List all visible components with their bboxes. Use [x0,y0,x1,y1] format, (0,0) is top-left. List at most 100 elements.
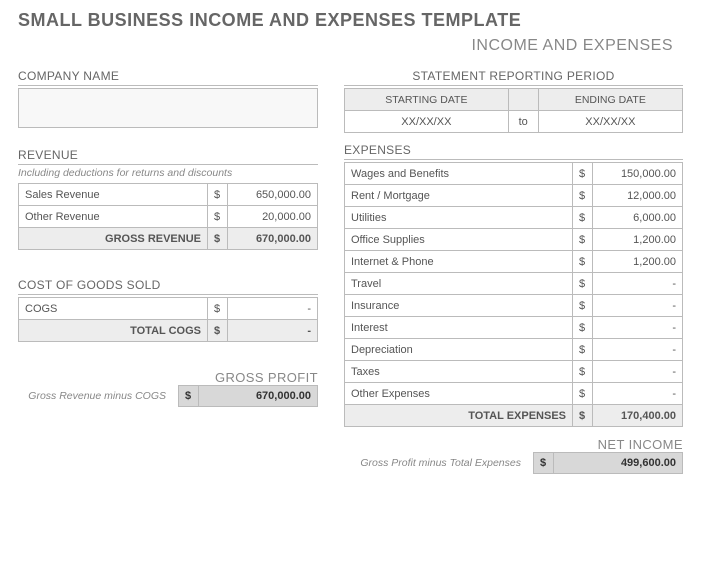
expenses-row-currency: $ [573,295,593,317]
expenses-row-currency: $ [573,339,593,361]
revenue-row-label[interactable]: Other Revenue [19,206,208,228]
revenue-row-value[interactable]: 20,000.00 [228,206,318,228]
table-row: Interest$- [345,317,683,339]
period-mid-header [508,89,538,111]
page-title: SMALL BUSINESS INCOME AND EXPENSES TEMPL… [18,10,683,31]
expenses-row-label[interactable]: Office Supplies [345,229,573,251]
revenue-header: REVENUE [18,148,318,165]
cogs-row-value[interactable]: - [228,298,318,320]
period-to: to [508,111,538,133]
expenses-total-currency: $ [573,405,593,427]
company-header: COMPANY NAME [18,69,318,86]
table-row: Rent / Mortgage$12,000.00 [345,185,683,207]
period-header: STATEMENT REPORTING PERIOD [344,69,683,86]
table-row: Office Supplies$1,200.00 [345,229,683,251]
expenses-row-value[interactable]: 1,200.00 [593,229,683,251]
revenue-note: Including deductions for returns and dis… [18,167,318,179]
expenses-row-value[interactable]: 150,000.00 [593,163,683,185]
expenses-row-value[interactable]: 12,000.00 [593,185,683,207]
right-column: STATEMENT REPORTING PERIOD STARTING DATE… [344,69,683,474]
table-row: Taxes$- [345,361,683,383]
gross-profit-note: Gross Revenue minus COGS [18,390,172,402]
expenses-row-currency: $ [573,207,593,229]
expenses-row-label[interactable]: Insurance [345,295,573,317]
expenses-row-label[interactable]: Taxes [345,361,573,383]
expenses-row-currency: $ [573,383,593,405]
table-row: Other Revenue$20,000.00 [19,206,318,228]
expenses-row-currency: $ [573,317,593,339]
gross-profit-header: GROSS PROFIT [18,370,318,385]
revenue-total-value: 670,000.00 [228,228,318,250]
gross-profit-value: 670,000.00 [199,386,317,406]
cogs-total-row: TOTAL COGS $ - [19,320,318,342]
expenses-row-currency: $ [573,185,593,207]
revenue-row-label[interactable]: Sales Revenue [19,184,208,206]
expenses-row-currency: $ [573,273,593,295]
expenses-row-label[interactable]: Other Expenses [345,383,573,405]
expenses-row-value[interactable]: - [593,273,683,295]
company-name-input[interactable] [18,88,318,128]
table-row: Internet & Phone$1,200.00 [345,251,683,273]
expenses-row-currency: $ [573,361,593,383]
net-income-note: Gross Profit minus Total Expenses [344,457,527,469]
net-income-header: NET INCOME [344,437,683,452]
gross-profit-row: Gross Revenue minus COGS $ 670,000.00 [18,385,318,407]
table-row: Sales Revenue$650,000.00 [19,184,318,206]
net-income-box: $ 499,600.00 [533,452,683,474]
revenue-row-value[interactable]: 650,000.00 [228,184,318,206]
expenses-row-value[interactable]: 1,200.00 [593,251,683,273]
expenses-row-label[interactable]: Wages and Benefits [345,163,573,185]
revenue-table: Sales Revenue$650,000.00Other Revenue$20… [18,183,318,250]
table-row: COGS$- [19,298,318,320]
cogs-total-value: - [228,320,318,342]
expenses-row-value[interactable]: - [593,295,683,317]
table-row: Other Expenses$- [345,383,683,405]
revenue-total-row: GROSS REVENUE $ 670,000.00 [19,228,318,250]
table-row: Utilities$6,000.00 [345,207,683,229]
table-row: Insurance$- [345,295,683,317]
expenses-row-label[interactable]: Travel [345,273,573,295]
page-subtitle: INCOME AND EXPENSES [18,37,683,55]
expenses-row-value[interactable]: - [593,361,683,383]
expenses-row-currency: $ [573,163,593,185]
cogs-table: COGS$- TOTAL COGS $ - [18,297,318,342]
expenses-row-value[interactable]: 6,000.00 [593,207,683,229]
expenses-row-value[interactable]: - [593,383,683,405]
expenses-table: Wages and Benefits$150,000.00Rent / Mort… [344,162,683,427]
left-column: COMPANY NAME REVENUE Including deduction… [18,69,318,474]
period-end-value[interactable]: XX/XX/XX [538,111,682,133]
expenses-row-value[interactable]: - [593,317,683,339]
cogs-row-currency: $ [208,298,228,320]
revenue-total-label: GROSS REVENUE [19,228,208,250]
net-income-row: Gross Profit minus Total Expenses $ 499,… [344,452,683,474]
expenses-row-currency: $ [573,229,593,251]
expenses-row-label[interactable]: Interest [345,317,573,339]
expenses-row-label[interactable]: Rent / Mortgage [345,185,573,207]
revenue-row-currency: $ [208,184,228,206]
period-start-value[interactable]: XX/XX/XX [345,111,509,133]
cogs-header: COST OF GOODS SOLD [18,278,318,295]
expenses-total-value: 170,400.00 [593,405,683,427]
expenses-header: EXPENSES [344,143,683,160]
expenses-row-label[interactable]: Depreciation [345,339,573,361]
revenue-row-currency: $ [208,206,228,228]
table-row: Travel$- [345,273,683,295]
cogs-total-currency: $ [208,320,228,342]
cogs-row-label[interactable]: COGS [19,298,208,320]
table-row: Depreciation$- [345,339,683,361]
revenue-total-currency: $ [208,228,228,250]
net-income-currency: $ [534,453,554,473]
net-income-value: 499,600.00 [554,453,682,473]
period-start-label: STARTING DATE [345,89,509,111]
expenses-total-row: TOTAL EXPENSES $ 170,400.00 [345,405,683,427]
expenses-row-currency: $ [573,251,593,273]
expenses-row-label[interactable]: Internet & Phone [345,251,573,273]
expenses-total-label: TOTAL EXPENSES [345,405,573,427]
gross-profit-currency: $ [179,386,199,406]
gross-profit-box: $ 670,000.00 [178,385,318,407]
table-row: Wages and Benefits$150,000.00 [345,163,683,185]
expenses-row-label[interactable]: Utilities [345,207,573,229]
period-table: STARTING DATE ENDING DATE XX/XX/XX to XX… [344,88,683,133]
period-end-label: ENDING DATE [538,89,682,111]
expenses-row-value[interactable]: - [593,339,683,361]
